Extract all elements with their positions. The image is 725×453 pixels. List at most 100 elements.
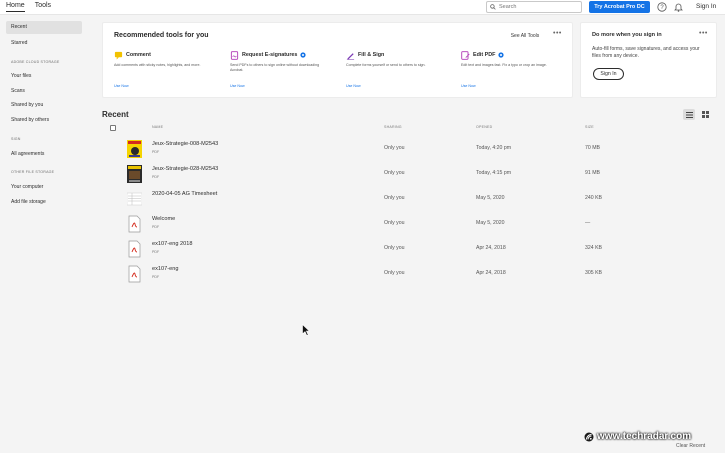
file-name: 2020-04-05 AG Timesheet [152, 191, 218, 197]
more-options-icon[interactable]: ••• [553, 30, 562, 37]
column-header-name[interactable]: NAME [152, 125, 163, 129]
tool-comment[interactable]: Comment Add comments with sticky notes, … [114, 50, 214, 88]
tool-description: Add comments with sticky notes, highligh… [114, 63, 201, 67]
table-row[interactable]: Jeux-Strategie-028-M2543 PDF Only you To… [102, 162, 717, 187]
sharing-cell: Only you [384, 145, 405, 151]
grid-view-icon [701, 111, 709, 118]
table-row[interactable]: 2020-04-05 AG Timesheet Only you May 5, … [102, 187, 717, 212]
sharing-cell: Only you [384, 245, 405, 251]
recent-heading: Recent [102, 110, 129, 119]
opened-cell: May 5, 2020 [476, 220, 505, 226]
opened-cell: Apr 24, 2018 [476, 245, 506, 251]
sign-in-promo-description: Auto-fill forms, save signatures, and ac… [592, 46, 700, 59]
tool-name: Request E-signatures [242, 52, 298, 58]
sidebar-item-all-agreements[interactable]: All agreements [11, 151, 44, 157]
file-name: ex107-eng [152, 266, 179, 272]
tab-home[interactable]: Home [6, 2, 25, 12]
size-cell: — [585, 220, 591, 226]
file-name: Jeux-Strategie-028-M2543 [152, 166, 219, 172]
recommended-title: Recommended tools for you [114, 32, 209, 39]
tool-fill-and-sign[interactable]: Fill & Sign Complete forms yourself or s… [346, 50, 446, 88]
see-all-tools-button[interactable]: See All Tools [503, 31, 547, 41]
sidebar: Recent Starred ADOBE CLOUD STORAGE Your … [0, 15, 88, 453]
file-type: PDF [152, 250, 160, 254]
pdf-file-icon [128, 240, 141, 258]
sidebar-item-your-files[interactable]: Your files [11, 73, 31, 79]
watermark-text: www.techradar.com [597, 431, 692, 442]
techradar-logo-icon [584, 432, 594, 441]
table-row[interactable]: ex107-eng 2018 PDF Only you Apr 24, 2018… [102, 237, 717, 262]
sign-in-link[interactable]: Sign In [696, 3, 716, 10]
file-type: PDF [152, 150, 160, 154]
search-icon [490, 4, 496, 10]
size-cell: 91 MB [585, 170, 600, 176]
e-signature-icon [230, 50, 239, 60]
try-acrobat-pro-button[interactable]: Try Acrobat Pro DC [589, 1, 650, 13]
column-header-sharing[interactable]: SHARING [384, 125, 402, 129]
sidebar-item-your-computer[interactable]: Your computer [11, 184, 43, 190]
column-header-size[interactable]: SIZE [585, 125, 594, 129]
sidebar-item-scans[interactable]: Scans [11, 88, 25, 94]
table-row[interactable]: Welcome PDF Only you May 5, 2020 — [102, 212, 717, 237]
column-header-opened[interactable]: OPENED [476, 125, 492, 129]
search-box[interactable] [486, 1, 582, 13]
use-now-link[interactable]: Use Now [346, 84, 361, 88]
file-thumbnail [127, 192, 142, 206]
tab-tools[interactable]: Tools [35, 2, 51, 12]
tool-name: Comment [126, 52, 151, 58]
sidebar-item-shared-by-you[interactable]: Shared by you [11, 102, 43, 108]
sidebar-item-recent[interactable]: Recent [6, 21, 82, 34]
list-view-toggle[interactable] [683, 109, 695, 120]
file-name: Welcome [152, 216, 176, 222]
sharing-cell: Only you [384, 170, 405, 176]
file-thumbnail [127, 165, 142, 183]
sidebar-item-starred[interactable]: Starred [11, 40, 27, 46]
help-icon[interactable]: ? [657, 2, 667, 12]
top-bar: Home Tools Try Acrobat Pro DC ? Sign In [0, 0, 725, 15]
sidebar-item-add-file-storage[interactable]: Add file storage [11, 199, 46, 205]
opened-cell: Today, 4:15 pm [476, 170, 512, 176]
bell-icon[interactable] [674, 2, 683, 12]
more-options-icon[interactable]: ••• [699, 30, 708, 37]
opened-cell: Today, 4:20 pm [476, 145, 512, 151]
tool-description: Edit text and images fast. Fix a typo or… [461, 63, 547, 67]
size-cell: 305 KB [585, 270, 603, 276]
mouse-cursor-icon [302, 324, 310, 336]
techradar-watermark: www.techradar.com [584, 431, 691, 442]
file-thumbnail [127, 140, 142, 158]
edit-pdf-icon [461, 50, 470, 60]
fill-sign-icon [346, 52, 355, 60]
clear-recent-link[interactable]: Clear Recent [676, 443, 705, 449]
sidebar-item-shared-by-others[interactable]: Shared by others [11, 117, 49, 123]
table-row[interactable]: Jeux-Strategie-008-M2543 PDF Only you To… [102, 137, 717, 162]
top-nav: Home Tools [6, 2, 51, 12]
use-now-link[interactable]: Use Now [230, 84, 245, 88]
sign-in-promo-title: Do more when you sign in [592, 32, 662, 38]
tool-edit-pdf[interactable]: Edit PDF Edit text and images fast. Fix … [461, 50, 561, 88]
list-view-icon [685, 111, 693, 118]
size-cell: 240 KB [585, 195, 603, 201]
sign-in-button[interactable]: Sign In [593, 68, 624, 80]
file-type: PDF [152, 275, 160, 279]
sharing-cell: Only you [384, 270, 405, 276]
sharing-cell: Only you [384, 195, 405, 201]
select-all-checkbox[interactable] [110, 125, 116, 131]
opened-cell: Apr 24, 2018 [476, 270, 506, 276]
comment-icon [114, 51, 123, 60]
pdf-file-icon [128, 265, 141, 283]
search-input[interactable] [499, 4, 579, 10]
table-row[interactable]: ex107-eng PDF Only you Apr 24, 2018 305 … [102, 262, 717, 287]
use-now-link[interactable]: Use Now [461, 84, 476, 88]
section-heading-adobe-cloud: ADOBE CLOUD STORAGE [11, 60, 60, 64]
tool-request-e-signatures[interactable]: Request E-signatures Send PDFs to others… [230, 50, 330, 88]
opened-cell: May 5, 2020 [476, 195, 505, 201]
tool-description: Complete forms yourself or send to other… [346, 63, 426, 67]
use-now-link[interactable]: Use Now [114, 84, 129, 88]
tool-name: Fill & Sign [358, 52, 385, 58]
section-heading-other-storage: OTHER FILE STORAGE [11, 170, 55, 174]
tool-description: Send PDFs to others to sign online witho… [230, 63, 320, 72]
grid-view-toggle[interactable] [699, 109, 711, 120]
svg-text:?: ? [660, 5, 664, 11]
file-type: PDF [152, 175, 160, 179]
file-name: Jeux-Strategie-008-M2543 [152, 141, 219, 147]
